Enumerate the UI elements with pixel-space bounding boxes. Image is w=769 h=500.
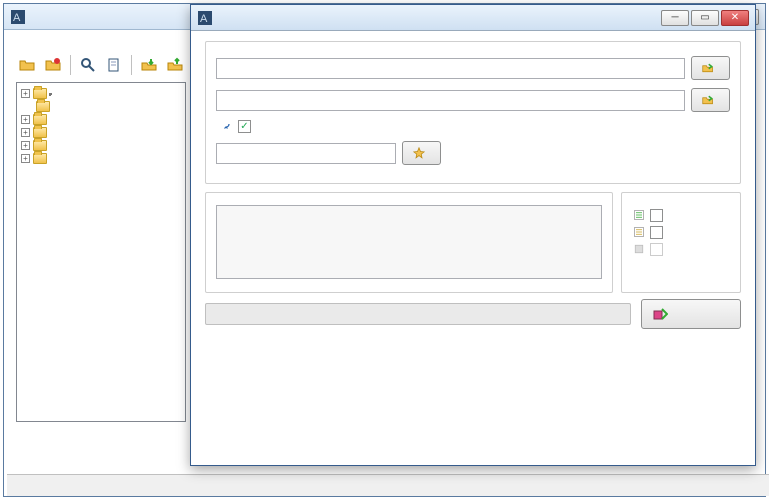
expander-icon[interactable]: +	[21, 128, 30, 137]
repacker-dialog: A ─ ▭ ✕	[190, 4, 756, 466]
tree-item-models[interactable]: +	[21, 126, 181, 139]
folder-arrow-icon	[702, 62, 714, 74]
tree-item-materials[interactable]: +	[21, 113, 181, 126]
list-yellow-icon	[632, 225, 646, 239]
package-arrow-icon	[652, 306, 668, 322]
input-folder-field[interactable]	[216, 58, 685, 79]
folder-icon	[36, 101, 50, 112]
toolbar-divider-2	[131, 55, 132, 75]
debug-checkbox[interactable]	[650, 226, 663, 239]
output-console[interactable]	[216, 205, 602, 279]
dialog-close-button[interactable]: ✕	[721, 10, 749, 26]
build-vpk-button[interactable]	[641, 299, 741, 329]
use-parent-checkbox[interactable]: ✓	[238, 120, 251, 133]
list-green-icon	[632, 208, 646, 222]
folder-icon	[33, 140, 47, 151]
tree-item-resource[interactable]: +	[21, 139, 181, 152]
expander-icon[interactable]: +	[21, 141, 30, 150]
up-arrow-icon	[220, 121, 232, 133]
progress-bar	[205, 303, 631, 325]
vpk-repacker-group: ✓	[205, 41, 741, 184]
app-icon: A	[10, 9, 26, 25]
folder-icon	[33, 127, 47, 138]
compress-checkbox	[650, 243, 663, 256]
browse-input-button[interactable]	[691, 56, 730, 80]
export-icon[interactable]	[138, 54, 160, 76]
expander-icon[interactable]: +	[21, 154, 30, 163]
vpk-filename-field[interactable]	[216, 143, 396, 164]
browse-output-button[interactable]	[691, 88, 730, 112]
dialog-maximize-button[interactable]: ▭	[691, 10, 719, 26]
output-dir-field[interactable]	[216, 90, 685, 111]
dialog-titlebar[interactable]: A ─ ▭ ✕	[191, 5, 755, 31]
statusbar	[7, 474, 769, 496]
toolbar-divider	[70, 55, 71, 75]
tree-item-shaders[interactable]: +	[21, 152, 181, 165]
expander-icon[interactable]: +	[21, 89, 30, 98]
folder-arrow-icon	[702, 94, 714, 106]
compress-icon	[632, 242, 646, 256]
svg-text:A: A	[200, 13, 208, 25]
expander-icon[interactable]: +	[21, 115, 30, 124]
star-icon	[413, 147, 425, 159]
folder-tree[interactable]: + + + + +	[16, 82, 186, 422]
document-icon[interactable]	[103, 54, 125, 76]
search-icon[interactable]	[77, 54, 99, 76]
folder-icon	[33, 88, 47, 99]
dialog-body: ✓	[191, 31, 755, 339]
folder-icon	[33, 153, 47, 164]
dialog-window-controls: ─ ▭ ✕	[661, 10, 749, 26]
folder-icon	[33, 114, 47, 125]
options-group	[621, 192, 741, 293]
dialog-minimize-button[interactable]: ─	[661, 10, 689, 26]
svg-text:A: A	[13, 12, 21, 24]
output-console-group	[205, 192, 613, 293]
open-red-icon[interactable]	[42, 54, 64, 76]
app-icon: A	[197, 10, 213, 26]
verbose-checkbox[interactable]	[650, 209, 663, 222]
default-button[interactable]	[402, 141, 441, 165]
tree-item-maps[interactable]	[21, 100, 181, 113]
import-icon[interactable]	[164, 54, 186, 76]
tree-item-depot[interactable]: +	[21, 87, 181, 100]
open-icon[interactable]	[16, 54, 38, 76]
